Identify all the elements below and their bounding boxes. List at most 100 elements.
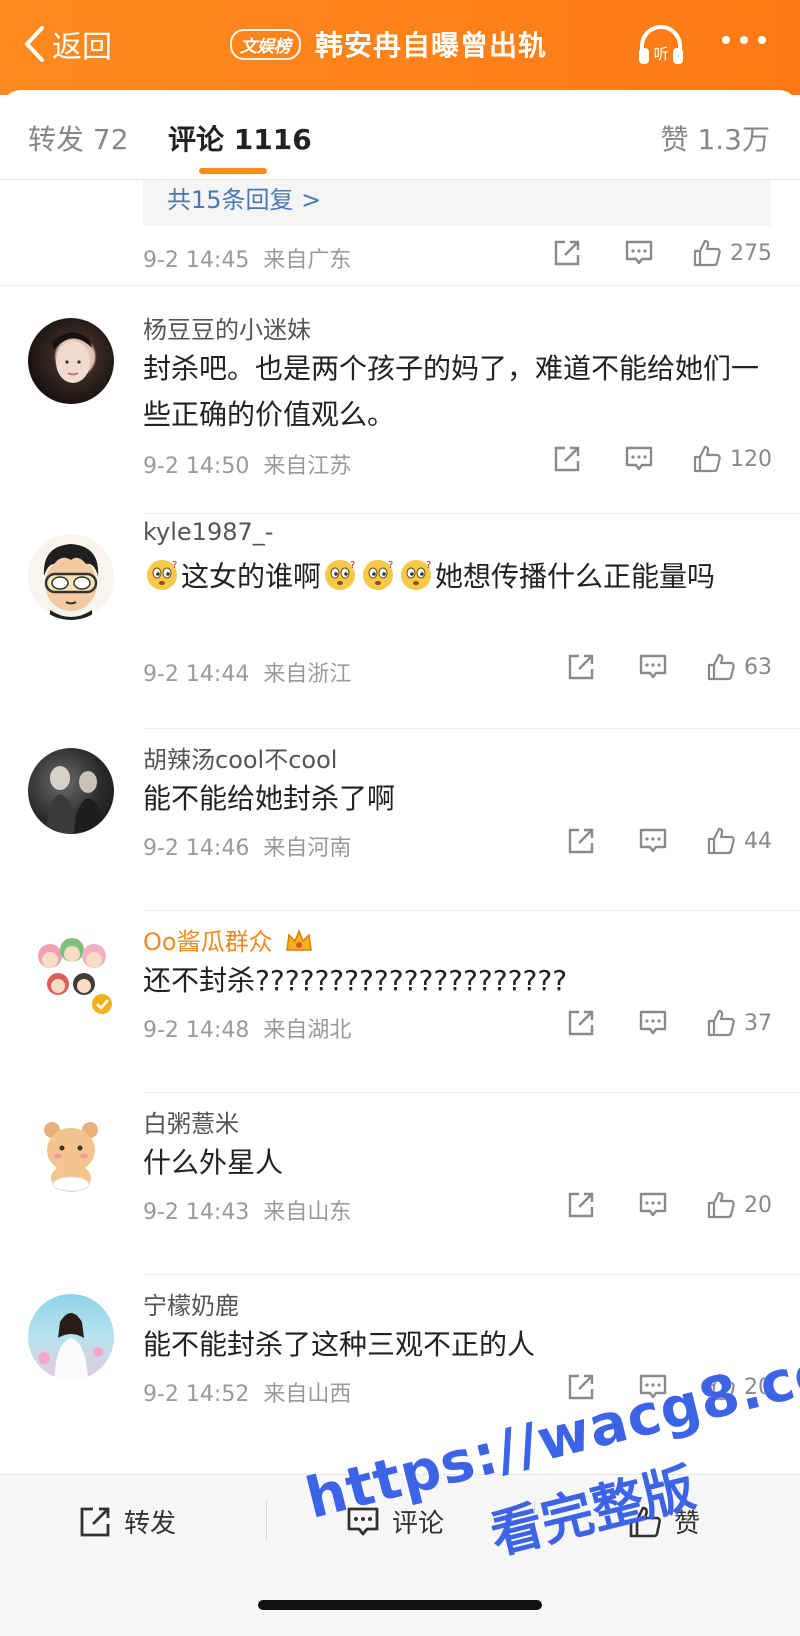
- comment-text: ? 这女的谁啊??? 她想传播什么正能量吗: [143, 554, 783, 600]
- comment-meta: 9-2 14:45 来自广东: [143, 242, 351, 274]
- share-button[interactable]: [552, 444, 582, 474]
- comment-time: 9-2 14:52: [143, 1382, 250, 1407]
- repost-button[interactable]: 转发: [78, 1503, 176, 1540]
- comment-time: 9-2 14:45: [143, 248, 250, 273]
- comment-meta: 9-2 14:46 来自河南: [143, 830, 351, 862]
- comment-username[interactable]: 杨豆豆的小迷妹: [143, 310, 311, 345]
- headphones-icon: 听: [639, 25, 683, 64]
- like-count: 120: [730, 446, 772, 472]
- home-indicator: [258, 1600, 542, 1610]
- view-replies-link[interactable]: 共15条回复 >: [167, 180, 321, 215]
- comment-username[interactable]: Oo酱瓜群众: [143, 922, 314, 957]
- comment-username[interactable]: 白粥薏米: [143, 1104, 239, 1139]
- share-icon: [568, 828, 594, 854]
- back-button[interactable]: 返回: [22, 22, 112, 66]
- comment-time: 9-2 14:46: [143, 836, 250, 861]
- avatar[interactable]: [28, 930, 114, 1016]
- like-button[interactable]: 20: [706, 1190, 772, 1220]
- share-button[interactable]: [552, 238, 582, 268]
- user-avatar-image: [38, 938, 112, 1014]
- share-icon: [568, 1374, 594, 1400]
- svg-text:?: ?: [388, 560, 393, 571]
- bottom-action-bar: 转发 评论 赞: [0, 1474, 800, 1636]
- user-avatar-image: [38, 1313, 103, 1380]
- reply-preview-box: 共15条回复 >: [143, 180, 771, 226]
- comment-text: 能不能封杀了这种三观不正的人: [143, 1328, 536, 1361]
- comment-actions: 37: [566, 1008, 772, 1038]
- comment-actions: 275: [552, 238, 772, 268]
- comment-meta: 9-2 14:44 来自浙江: [143, 656, 351, 688]
- tab-like[interactable]: 赞 1.3万: [661, 118, 770, 158]
- comment-username[interactable]: kyle1987_-: [143, 518, 273, 546]
- tab-comment[interactable]: 评论 1116: [168, 118, 312, 158]
- share-icon: [80, 1507, 110, 1536]
- reply-button[interactable]: [638, 652, 668, 682]
- comment-meta: 9-2 14:52 来自山西: [143, 1376, 351, 1408]
- comment-icon: [639, 1374, 667, 1399]
- comment-icon: [639, 1192, 667, 1217]
- like-button[interactable]: 37: [706, 1008, 772, 1038]
- reply-button[interactable]: [638, 1008, 668, 1038]
- comment-actions: 63: [566, 652, 772, 682]
- comment-icon: [639, 1010, 667, 1035]
- comment-username[interactable]: 宁檬奶鹿: [143, 1286, 239, 1321]
- like-button[interactable]: 63: [706, 652, 772, 682]
- comment-actions: 120: [552, 444, 772, 474]
- back-label: 返回: [52, 30, 112, 65]
- comment-divider: [143, 1274, 800, 1275]
- like-post-button[interactable]: 赞: [628, 1503, 700, 1540]
- thumbs-up-icon: [707, 1191, 735, 1219]
- like-count: 20: [744, 1192, 772, 1218]
- avatar[interactable]: [28, 534, 114, 620]
- share-icon: [554, 240, 580, 266]
- share-icon: [568, 654, 594, 680]
- comment-actions: 20: [566, 1190, 772, 1220]
- thinking-emoji-icon: ?: [401, 560, 431, 590]
- comment-button[interactable]: 评论: [346, 1503, 444, 1540]
- reply-button[interactable]: [638, 826, 668, 856]
- comment-text-part: 这女的谁啊: [181, 560, 322, 593]
- comment-time: 9-2 14:43: [143, 1200, 250, 1225]
- thinking-emoji-icon: ?: [363, 560, 393, 590]
- avatar[interactable]: [28, 748, 114, 834]
- comment-meta: 9-2 14:43 来自山东: [143, 1194, 351, 1226]
- more-dot-icon: [758, 36, 766, 44]
- more-options-button[interactable]: [722, 36, 766, 44]
- avatar[interactable]: [28, 1294, 114, 1380]
- like-count: 20: [744, 1374, 772, 1400]
- user-avatar-image: [44, 1122, 98, 1192]
- comment-text-part: 她想传播什么正能量吗: [435, 560, 716, 593]
- like-button[interactable]: 275: [692, 238, 772, 268]
- avatar[interactable]: [28, 318, 114, 404]
- comment-source: 来自山西: [263, 1382, 352, 1407]
- share-button[interactable]: [566, 1008, 596, 1038]
- share-button[interactable]: [566, 1372, 596, 1402]
- comment-actions: 44: [566, 826, 772, 856]
- like-button[interactable]: 120: [692, 444, 772, 474]
- reply-button[interactable]: [624, 444, 654, 474]
- username-text: Oo酱瓜群众: [143, 928, 273, 956]
- comment-source: 来自湖北: [263, 1018, 352, 1043]
- comment-meta: 9-2 14:48 来自湖北: [143, 1012, 351, 1044]
- comment-text: 封杀吧。也是两个孩子的妈了，难道不能给她们一些正确的价值观么。: [143, 352, 760, 431]
- like-button[interactable]: 44: [706, 826, 772, 856]
- svg-text:?: ?: [350, 560, 355, 571]
- like-button[interactable]: 20: [706, 1372, 772, 1402]
- reply-button[interactable]: [638, 1190, 668, 1220]
- share-button[interactable]: [566, 1190, 596, 1220]
- reply-button[interactable]: [624, 238, 654, 268]
- more-dot-icon: [722, 36, 730, 44]
- listen-button[interactable]: 听: [636, 22, 686, 68]
- like-label: 赞: [674, 1509, 701, 1539]
- share-button[interactable]: [566, 826, 596, 856]
- topic-title: 文娱榜 韩安冉自曝曾出轨: [230, 22, 547, 66]
- avatar[interactable]: [28, 1112, 114, 1198]
- comment-username[interactable]: 胡辣汤cool不cool: [143, 740, 337, 775]
- share-button[interactable]: [566, 652, 596, 682]
- like-count: 44: [744, 828, 772, 854]
- tab-repost[interactable]: 转发 72: [28, 118, 129, 158]
- reply-button[interactable]: [638, 1372, 668, 1402]
- like-count: 63: [744, 654, 772, 680]
- ranking-badge: 文娱榜: [230, 28, 301, 60]
- share-icon: [554, 446, 580, 472]
